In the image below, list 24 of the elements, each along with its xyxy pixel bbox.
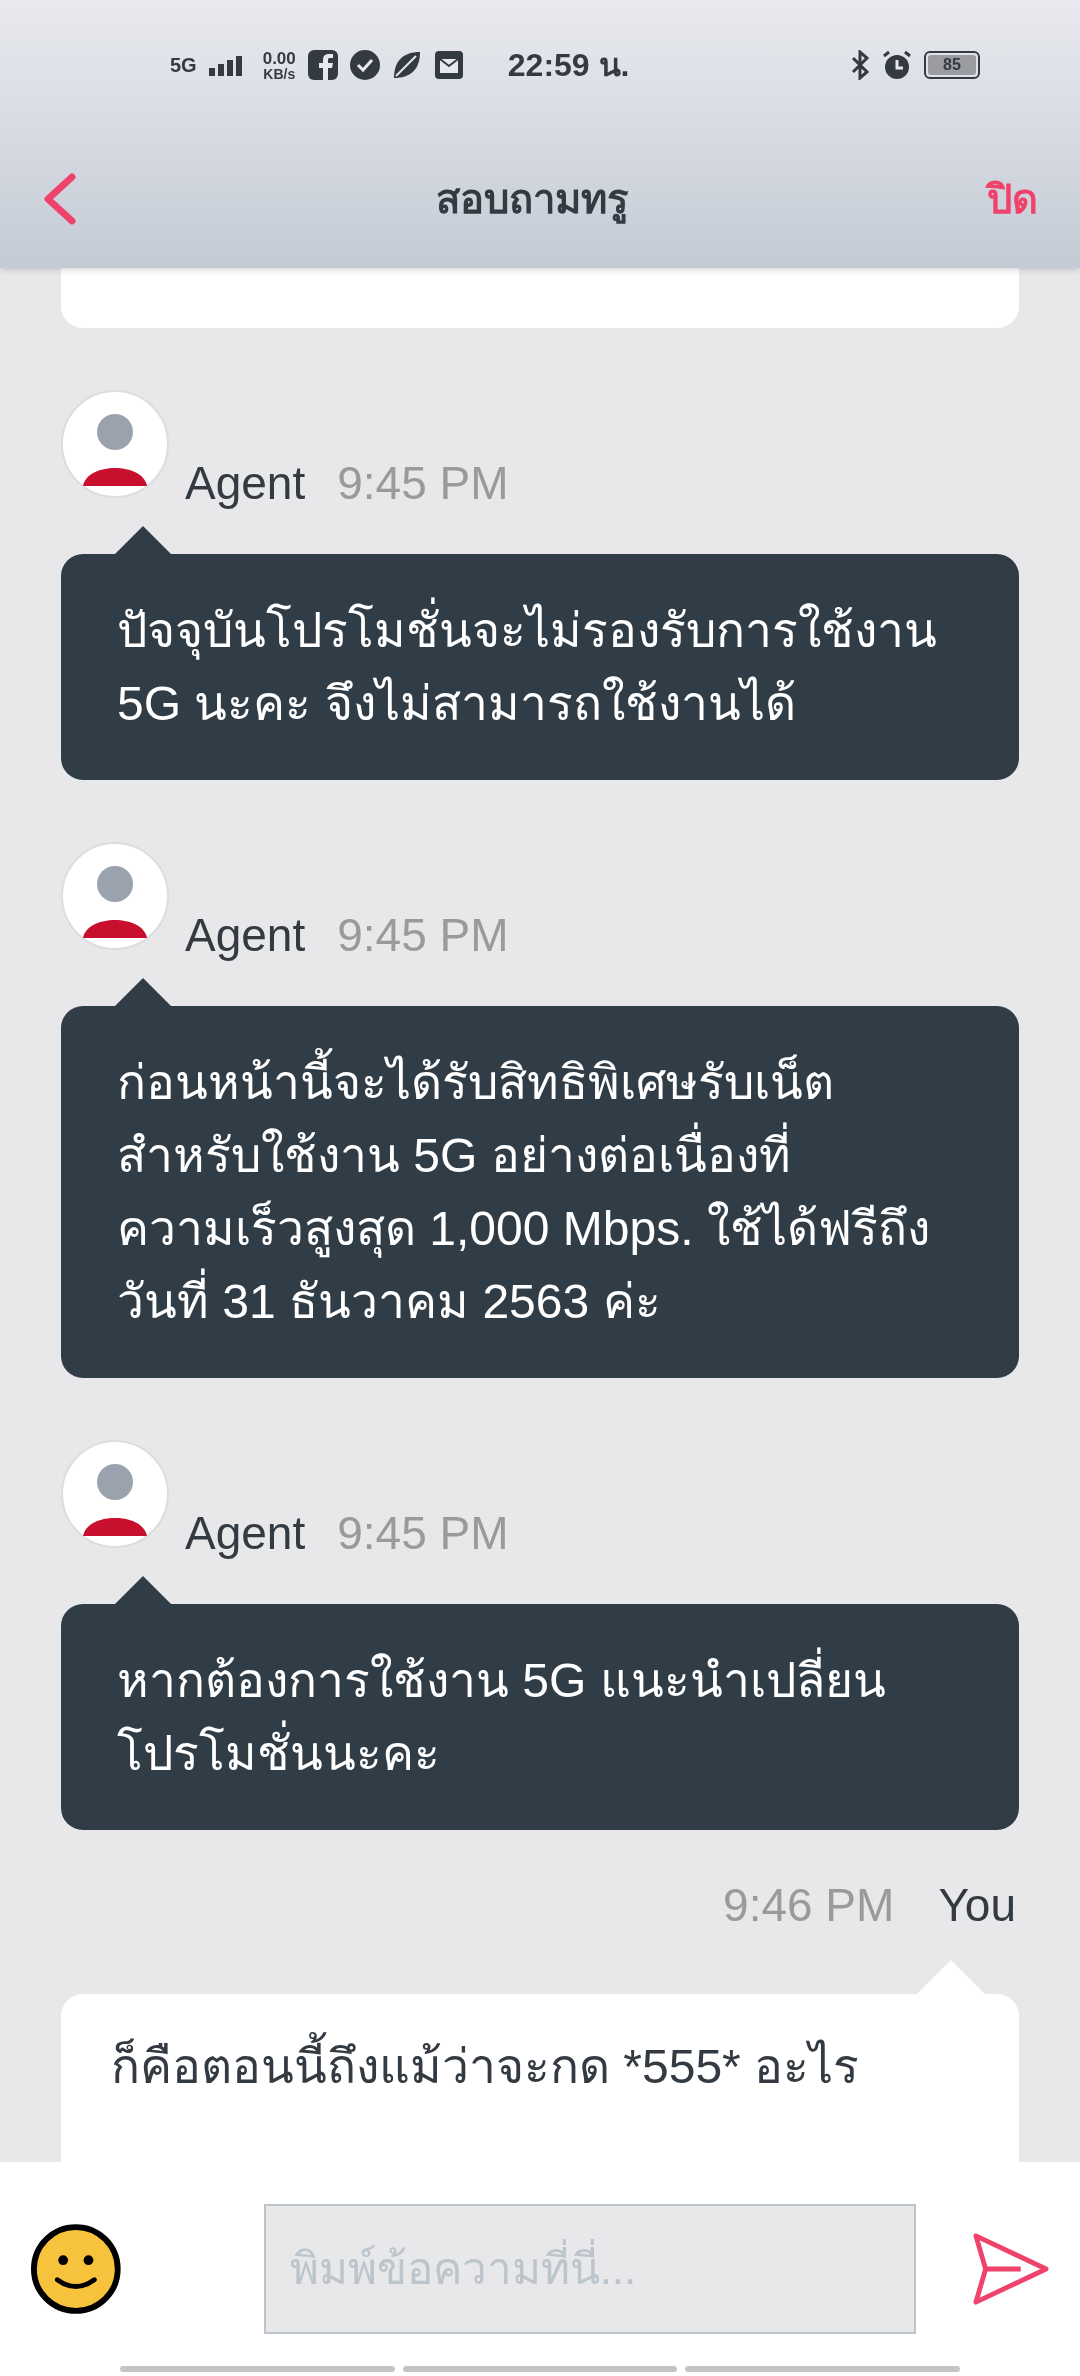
avatar-icon	[61, 1440, 169, 1548]
bluetooth-icon	[850, 50, 870, 80]
emoji-icon[interactable]	[30, 2222, 122, 2316]
avatar-icon	[61, 390, 169, 498]
message-time: 9:45 PM	[337, 460, 509, 506]
network-type: 5G	[170, 55, 197, 75]
leaf-icon	[391, 50, 422, 80]
message-time: 9:45 PM	[337, 1510, 509, 1556]
message-time: 9:45 PM	[337, 912, 509, 958]
alarm-clock-icon	[882, 50, 912, 80]
mail-icon	[433, 50, 464, 80]
back-icon[interactable]	[42, 173, 76, 225]
signal-icon	[208, 54, 243, 76]
chat-title: สอบถามทรู	[435, 169, 628, 229]
check-circle-icon	[349, 50, 380, 80]
sender-name: You	[938, 1882, 1016, 1928]
clock-time: 22:59 น.	[507, 46, 630, 85]
data-speed: 0.00	[262, 49, 296, 67]
message-time: 9:46 PM	[723, 1882, 895, 1928]
avatar-icon	[61, 842, 169, 950]
data-speed-unit: KB/s	[263, 66, 296, 81]
battery-indicator: 85	[924, 51, 980, 79]
close-button[interactable]: ปิด	[987, 169, 1038, 229]
facebook-icon	[307, 50, 338, 80]
